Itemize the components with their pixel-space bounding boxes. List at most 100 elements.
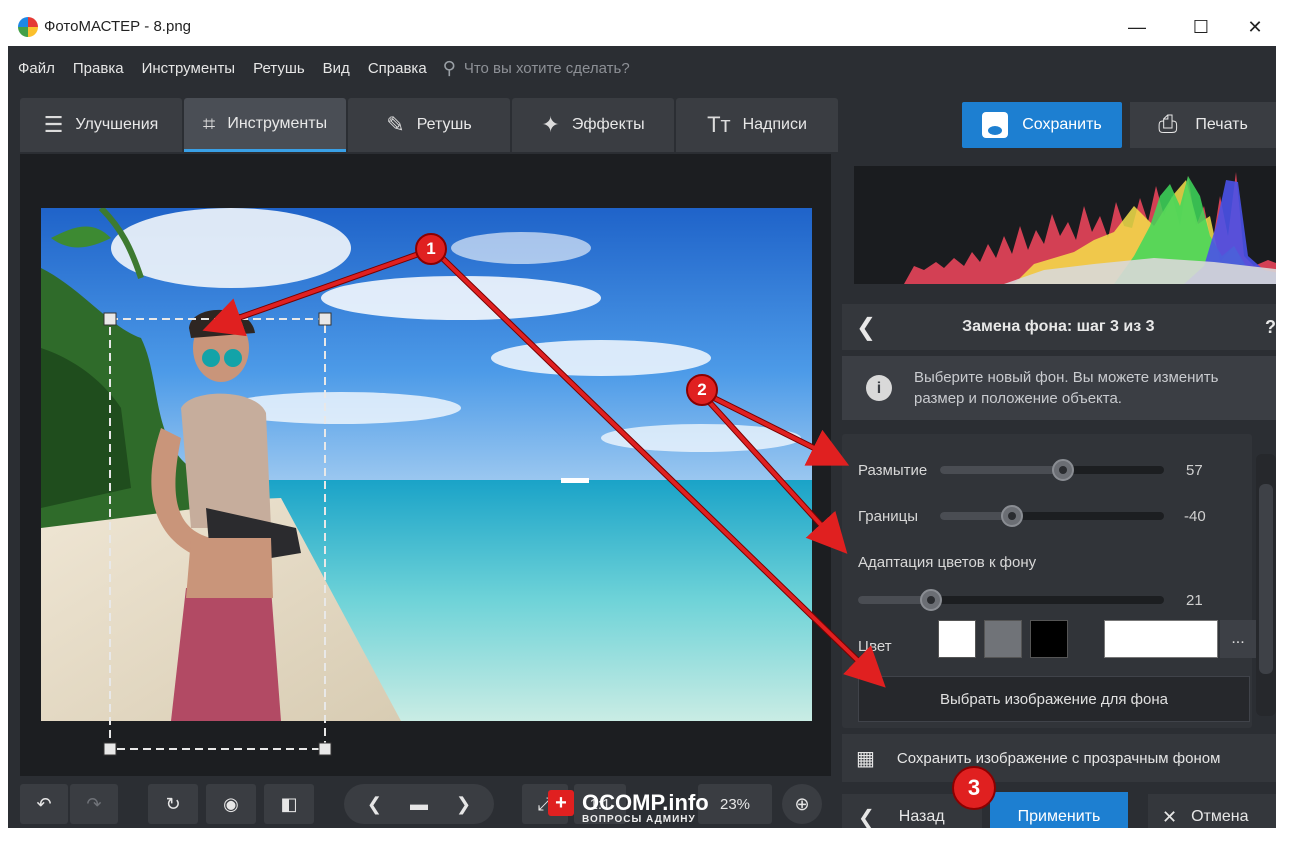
menu-tools[interactable]: Инструменты	[142, 60, 236, 77]
color-swatch-gray[interactable]	[984, 620, 1022, 658]
tab-label: Эффекты	[571, 116, 645, 133]
watermark-plus-icon: +	[548, 790, 574, 816]
save-button[interactable]: Сохранить	[962, 102, 1122, 148]
color-adaptation-slider[interactable]	[858, 589, 1164, 611]
chevron-left-icon: ❮	[858, 806, 875, 829]
resize-handle[interactable]	[318, 312, 332, 326]
main-tabs: ☰ Улучшения ⌗ Инструменты ✎ Ретушь ✦ Эфф…	[20, 98, 840, 152]
search-placeholder: Что вы хотите сделать?	[463, 59, 630, 77]
annotation-badge-1: 1	[415, 233, 447, 265]
zoom-percent[interactable]: 23%	[698, 784, 772, 824]
cancel-button[interactable]: ✕ Отмена	[1148, 794, 1276, 828]
save-label: Сохранить	[1022, 116, 1102, 133]
info-text: Выберите новый фон. Вы можете изменить р…	[914, 369, 1219, 407]
blur-slider[interactable]	[940, 459, 1164, 481]
color-adaptation-label: Адаптация цветов к фону	[858, 554, 1037, 571]
menu-bar: Файл Правка Инструменты Ретушь Вид Справ…	[8, 46, 1276, 90]
annotation-badge-3: 3	[952, 766, 996, 810]
watermark: + OCOMP.info ВОПРОСЫ АДМИНУ	[548, 790, 709, 825]
choose-background-image-button[interactable]: Выбрать изображение для фона	[858, 676, 1250, 722]
step-title: Замена фона: шаг 3 из 3	[962, 318, 1155, 335]
tab-label: Надписи	[742, 116, 807, 133]
menu-retouch[interactable]: Ретушь	[253, 60, 305, 77]
borders-slider[interactable]	[940, 505, 1164, 527]
preview-button[interactable]: ◉	[206, 784, 256, 824]
help-button[interactable]: ?	[1265, 317, 1276, 338]
color-adaptation-value: 21	[1186, 592, 1203, 609]
color-swatch-black[interactable]	[1030, 620, 1068, 658]
tab-label: Улучшения	[75, 116, 159, 133]
menu-help[interactable]: Справка	[368, 60, 427, 77]
tab-tools[interactable]: ⌗ Инструменты	[184, 98, 346, 152]
watermark-brand: OCOMP.info	[582, 790, 709, 815]
title-bar: ФотоМАСТЕР - 8.png — ☐ ✕	[8, 8, 1276, 46]
compare-icon: ◧	[280, 793, 298, 814]
tab-effects[interactable]: ✦ Эффекты	[512, 98, 674, 152]
transparency-icon: ▦	[856, 747, 875, 770]
menu-file[interactable]: Файл	[18, 60, 55, 77]
maximize-button[interactable]: ☐	[1176, 8, 1226, 46]
slider-knob[interactable]	[1052, 459, 1075, 481]
tab-label: Инструменты	[227, 114, 328, 132]
sliders-icon: ☰	[43, 112, 64, 137]
folder-icon[interactable]: ▬	[410, 794, 428, 815]
scrollbar-thumb[interactable]	[1259, 484, 1273, 674]
color-label: Цвет	[858, 638, 892, 655]
compare-button[interactable]: ◧	[264, 784, 314, 824]
current-color-field[interactable]	[1104, 620, 1218, 658]
menu-view[interactable]: Вид	[323, 60, 350, 77]
histogram-graph	[904, 172, 1276, 284]
app-window: ФотоМАСТЕР - 8.png — ☐ ✕ Файл Правка Инс…	[8, 8, 1276, 828]
resize-handle[interactable]	[103, 742, 117, 756]
zoom-in-button[interactable]: ⊕	[782, 784, 822, 824]
step-header: ❮ Замена фона: шаг 3 из 3 ?	[842, 304, 1276, 350]
info-box: i Выберите новый фон. Вы можете изменить…	[842, 356, 1276, 420]
window-title: ФотоМАСТЕР - 8.png	[44, 18, 192, 35]
blur-value: 57	[1186, 462, 1203, 479]
save-transparent-label: Сохранить изображение с прозрачным фоном	[896, 749, 1221, 767]
tab-retouch[interactable]: ✎ Ретушь	[348, 98, 510, 152]
borders-label: Границы	[858, 508, 918, 525]
menu-edit[interactable]: Правка	[73, 60, 124, 77]
bottom-toolbar: ↶ ↷ ↻ ◉ ◧ ❮ ▬ ❯ ⤢ 1:1 23% ⊕	[8, 778, 838, 828]
resize-handle[interactable]	[318, 742, 332, 756]
app-logo-icon	[18, 17, 38, 37]
save-transparent-button[interactable]: ▦ Сохранить изображение с прозрачным фон…	[842, 734, 1276, 782]
floppy-disk-icon	[982, 112, 1009, 138]
chevron-left-icon[interactable]: ❮	[856, 313, 876, 342]
command-search[interactable]: ⚲ Что вы хотите сделать?	[443, 58, 630, 79]
crop-icon: ⌗	[202, 110, 216, 136]
settings-scrollbar[interactable]	[1256, 454, 1276, 716]
tab-enhancements[interactable]: ☰ Улучшения	[20, 98, 182, 152]
slider-fill	[940, 466, 1064, 474]
back-label: Назад	[898, 808, 945, 825]
reset-button[interactable]: ↻	[148, 784, 198, 824]
eye-icon: ◉	[223, 793, 239, 814]
tab-text[interactable]: Tт Надписи	[676, 98, 838, 152]
right-panel: ❮ Замена фона: шаг 3 из 3 ? i Выберите н…	[842, 154, 1276, 828]
histogram	[854, 166, 1276, 284]
resize-handle[interactable]	[103, 312, 117, 326]
watermark-tagline: ВОПРОСЫ АДМИНУ	[582, 814, 696, 825]
undo-icon: ↶	[36, 793, 52, 814]
apply-button[interactable]: Применить	[990, 792, 1128, 828]
previous-file-icon[interactable]: ❮	[367, 794, 382, 815]
borders-value: -40	[1184, 508, 1206, 525]
redo-button[interactable]: ↷	[70, 784, 118, 824]
magic-wand-icon: ✦	[541, 112, 560, 137]
print-label: Печать	[1195, 116, 1248, 133]
annotation-badge-2: 2	[686, 374, 718, 406]
text-icon: Tт	[707, 112, 731, 137]
color-swatch-white[interactable]	[938, 620, 976, 658]
slider-knob[interactable]	[920, 589, 943, 611]
minimize-button[interactable]: —	[1112, 8, 1162, 46]
slider-knob[interactable]	[1000, 505, 1023, 527]
close-window-button[interactable]: ✕	[1230, 8, 1276, 46]
redo-icon: ↷	[86, 793, 102, 814]
tab-label: Ретушь	[416, 116, 472, 133]
plus-icon: ⊕	[794, 793, 810, 814]
undo-button[interactable]: ↶	[20, 784, 68, 824]
print-button[interactable]: ⎙ Печать	[1130, 102, 1276, 148]
next-file-icon[interactable]: ❯	[456, 794, 471, 815]
more-colors-button[interactable]: ...	[1220, 620, 1256, 658]
